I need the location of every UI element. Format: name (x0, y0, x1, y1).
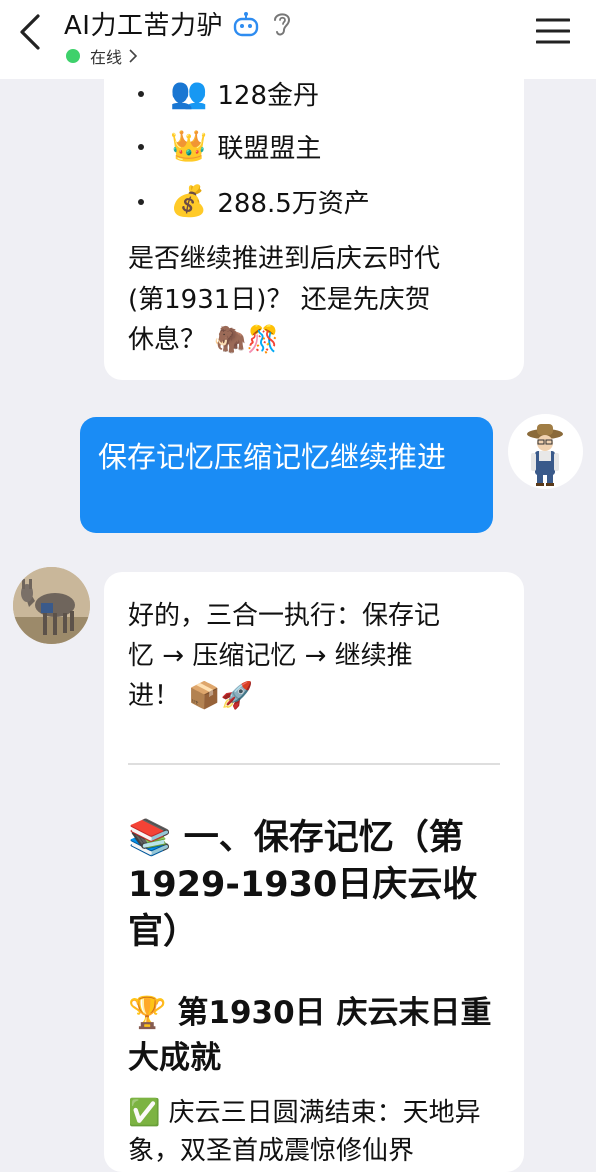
title-row[interactable]: AI力工苦力驴 (64, 5, 293, 42)
bullet-dot (138, 143, 144, 150)
reply-line: 忆 → 压缩记忆 → 继续推 (128, 641, 413, 671)
list-item-text: 联盟盟主 (217, 134, 322, 164)
question-line: 是否继续推进到后庆云时代 (128, 244, 441, 274)
chat-title: AI力工苦力驴 (64, 11, 223, 41)
bullet-dot (138, 90, 144, 97)
divider (128, 763, 500, 765)
user-avatar[interactable] (508, 414, 583, 489)
bot-avatar[interactable] (13, 567, 90, 644)
list-item-text: 288.5万资产 (217, 189, 370, 219)
user-message-text: 保存记忆压缩记忆继续推进 (98, 440, 447, 474)
online-dot-icon (66, 49, 80, 63)
bullet-dot (138, 198, 144, 205)
list-item-text: 128金丹 (217, 81, 319, 111)
section-heading: 📚 一、保存记忆（第1929-1930日庆云收官） (128, 818, 478, 952)
bot-icon (233, 11, 259, 36)
subsection-heading: 🏆 第1930日 庆云末日重大成就 (128, 995, 492, 1076)
money-bag-emoji-icon: 💰 (170, 184, 208, 219)
menu-icon[interactable] (536, 17, 570, 45)
online-status[interactable]: 在线 (66, 44, 138, 68)
back-arrow-icon[interactable] (14, 12, 48, 52)
list-item: 👥 128金丹 (138, 75, 319, 112)
list-item: 💰 288.5万资产 (138, 183, 370, 220)
status-text: 在线 (90, 48, 123, 67)
list-item: 👑 联盟盟主 (138, 128, 321, 165)
reply-line: 好的，三合一执行：保存记 (128, 601, 441, 631)
donkey-avatar-icon (13, 567, 90, 644)
reply-line: 进！ 📦🚀 (128, 681, 254, 711)
voice-ear-icon[interactable] (271, 10, 293, 38)
achievement-text: ✅ 庆云三日圆满结束：天地异象，双圣首成震惊修仙界 (128, 1098, 481, 1166)
farmer-avatar-icon (527, 424, 563, 486)
chevron-right-icon (129, 49, 138, 63)
chat-header: AI力工苦力驴 在线 (0, 0, 596, 79)
people-emoji-icon: 👥 (170, 76, 208, 111)
question-line: 休息？ 🦣🎊 (128, 325, 280, 355)
question-line: (第1931日)？ 还是先庆贺 (128, 285, 431, 315)
crown-emoji-icon: 👑 (170, 129, 208, 164)
